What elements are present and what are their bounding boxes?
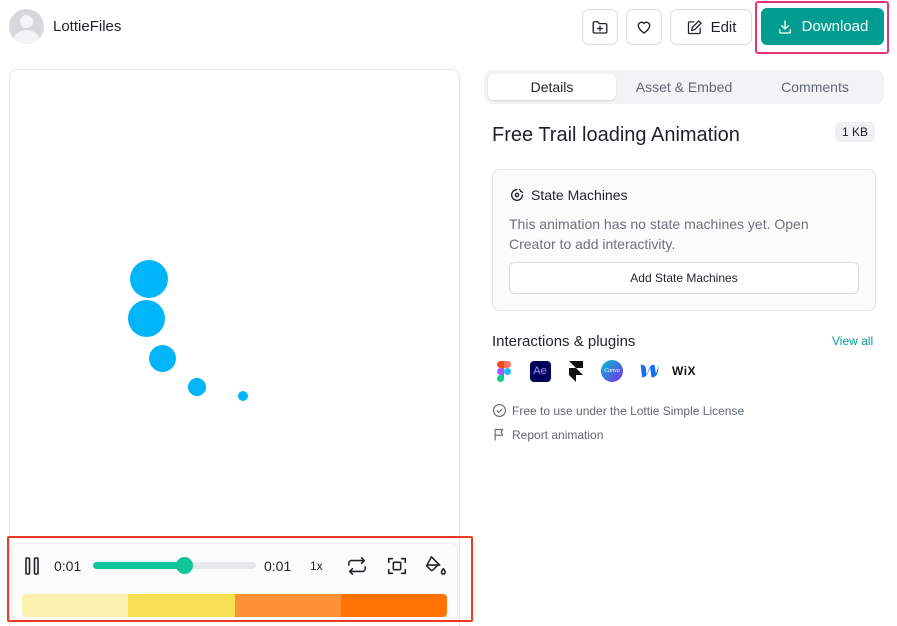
- download-icon: [778, 19, 791, 34]
- download-label: Download: [801, 18, 869, 35]
- tab-comments[interactable]: Comments: [751, 74, 879, 100]
- after-effects-icon[interactable]: Ae: [529, 360, 551, 382]
- tab-asset-embed[interactable]: Asset & Embed: [620, 74, 748, 100]
- add-to-folder-button[interactable]: [582, 9, 618, 45]
- edit-button[interactable]: Edit: [670, 9, 752, 45]
- report-text: Report animation: [512, 427, 604, 442]
- license-info: Free to use under the Lottie Simple Lice…: [492, 403, 744, 418]
- animation-dot: [238, 391, 248, 401]
- animation-dot: [130, 260, 168, 298]
- flag-icon: [494, 428, 504, 441]
- state-machines-description: This animation has no state machines yet…: [509, 216, 809, 252]
- folder-plus-icon: [592, 21, 608, 34]
- animation-dot: [149, 345, 176, 372]
- canva-icon[interactable]: Canva: [601, 360, 623, 382]
- download-button[interactable]: Download: [761, 8, 884, 45]
- edit-label: Edit: [710, 18, 737, 36]
- interactions-plugins-heading: Interactions & plugins: [492, 333, 636, 350]
- animation-title: Free Trail loading Animation: [492, 124, 740, 146]
- figma-icon[interactable]: [493, 360, 515, 382]
- add-state-machines-button[interactable]: Add State Machines: [509, 262, 859, 294]
- controls-highlight: [7, 536, 473, 622]
- like-button[interactable]: [626, 9, 662, 45]
- report-animation[interactable]: Report animation: [492, 427, 603, 442]
- webflow-icon[interactable]: [636, 360, 660, 382]
- state-machines-title: State Machines: [531, 187, 628, 203]
- license-text[interactable]: Free to use under the Lottie Simple Lice…: [512, 404, 744, 418]
- avatar[interactable]: [9, 9, 44, 44]
- username[interactable]: LottieFiles: [53, 18, 121, 35]
- tab-details[interactable]: Details: [488, 74, 616, 100]
- animation-dot: [128, 300, 165, 337]
- state-machine-icon: [511, 188, 524, 201]
- wix-icon[interactable]: WiX: [671, 360, 697, 382]
- heart-icon: [637, 21, 651, 34]
- file-size-badge: 1 KB: [835, 122, 875, 142]
- tab-bar: Details Asset & Embed Comments: [484, 70, 884, 104]
- check-circle-icon: [493, 404, 506, 417]
- framer-icon[interactable]: [565, 360, 587, 382]
- animation-dot: [188, 378, 206, 396]
- edit-icon: [687, 19, 702, 34]
- state-machines-heading: State Machines: [509, 187, 628, 203]
- view-all-link[interactable]: View all: [832, 334, 873, 348]
